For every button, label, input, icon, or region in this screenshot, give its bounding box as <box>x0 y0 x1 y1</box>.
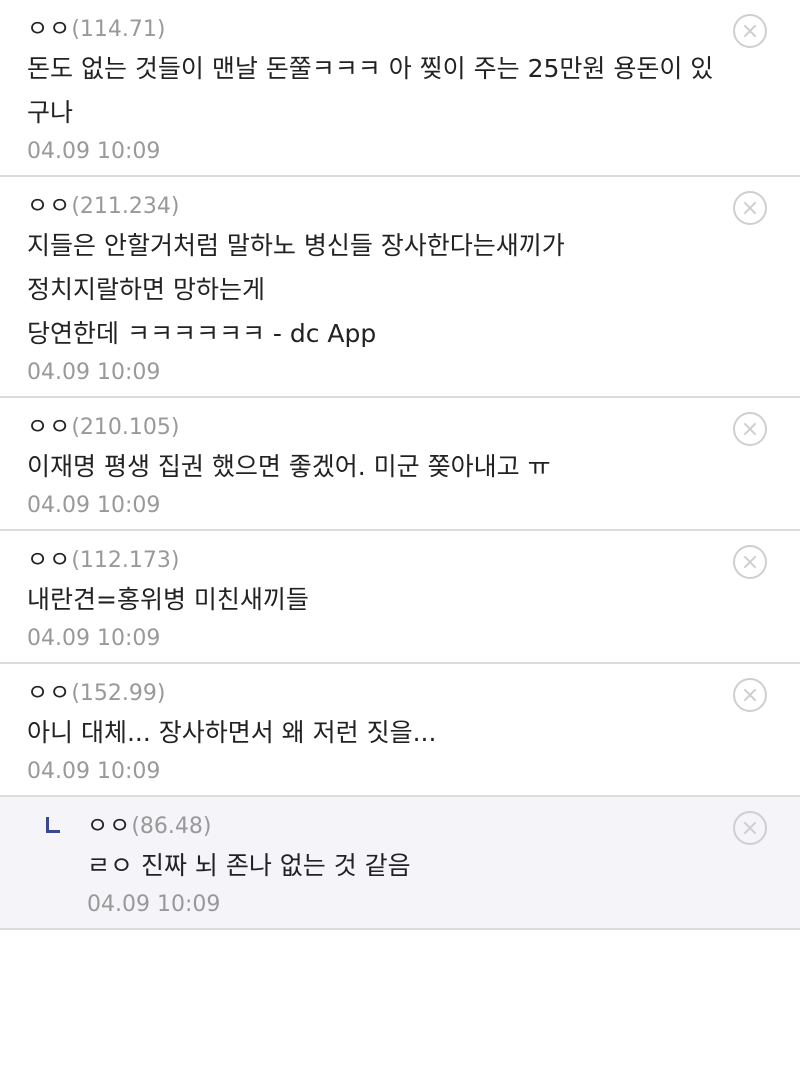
comment-date: 04.09 10:09 <box>27 493 161 518</box>
delete-comment-icon[interactable] <box>733 191 767 225</box>
comment-date: 04.09 10:09 <box>27 139 161 164</box>
comment-text-line: 정치지랄하면 망하는게 <box>27 275 265 304</box>
comment-text-line: 아니 대체... 장사하면서 왜 저런 짓을... <box>27 718 437 747</box>
delete-comment-icon[interactable] <box>733 811 767 845</box>
reply-arrow-icon <box>46 817 60 833</box>
comment-date: 04.09 10:09 <box>87 892 221 917</box>
comment-text-line: ㄹㅇ 진짜 뇌 존나 없는 것 같음 <box>87 851 411 880</box>
comment-author: ㅇㅇ(152.99) <box>27 677 720 709</box>
comment-nickname[interactable]: ㅇㅇ <box>27 680 71 706</box>
comment-date: 04.09 10:09 <box>27 626 161 651</box>
comment-text-line: 당연한데 ㅋㅋㅋㅋㅋㅋ - dc App <box>27 319 377 348</box>
comment-ip: (114.71) <box>71 17 166 42</box>
comment-date: 04.09 10:09 <box>27 360 161 385</box>
comment-nickname[interactable]: ㅇㅇ <box>87 813 131 839</box>
comment-ip: (211.234) <box>71 194 180 219</box>
comment-text: 지들은 안할거처럼 말하노 병신들 장사한다는새끼가 정치지랄하면 망하는게 당… <box>27 222 720 356</box>
comment-item: ㅇㅇ(114.71) 돈도 없는 것들이 맨날 돈쭐ㅋㅋㅋ 아 찢이 주는 25… <box>0 0 800 177</box>
comment-ip: (210.105) <box>71 415 180 440</box>
comment-date: 04.09 10:09 <box>27 759 161 784</box>
comment-text: 돈도 없는 것들이 맨날 돈쭐ㅋㅋㅋ 아 찢이 주는 25만원 용돈이 있 구나 <box>27 45 720 135</box>
comment-author: ㅇㅇ(112.173) <box>27 544 720 576</box>
comment-text-line: 지들은 안할거처럼 말하노 병신들 장사한다는새끼가 <box>27 231 565 260</box>
delete-comment-icon[interactable] <box>733 678 767 712</box>
comment-author: ㅇㅇ(114.71) <box>27 13 720 45</box>
comment-text-line: 돈도 없는 것들이 맨날 돈쭐ㅋㅋㅋ 아 찢이 주는 25만원 용돈이 있 <box>27 54 714 83</box>
comment-item: ㅇㅇ(211.234) 지들은 안할거처럼 말하노 병신들 장사한다는새끼가 정… <box>0 177 800 398</box>
comment-nickname[interactable]: ㅇㅇ <box>27 16 71 42</box>
comment-author: ㅇㅇ(211.234) <box>27 190 720 222</box>
comment-nickname[interactable]: ㅇㅇ <box>27 547 71 573</box>
comment-author: ㅇㅇ(86.48) <box>87 810 720 842</box>
reply-comment-item: ㅇㅇ(86.48) ㄹㅇ 진짜 뇌 존나 없는 것 같음 04.09 10:09 <box>0 797 800 930</box>
comment-ip: (152.99) <box>71 681 166 706</box>
comment-text-line: 이재명 평생 집권 했으면 좋겠어. 미군 쫒아내고 ㅠ <box>27 452 551 481</box>
comment-list: ㅇㅇ(114.71) 돈도 없는 것들이 맨날 돈쭐ㅋㅋㅋ 아 찢이 주는 25… <box>0 0 800 930</box>
comment-text-line: 구나 <box>27 98 74 127</box>
comment-text: 내란견=홍위병 미친새끼들 <box>27 576 720 622</box>
comment-nickname[interactable]: ㅇㅇ <box>27 414 71 440</box>
comment-item: ㅇㅇ(152.99) 아니 대체... 장사하면서 왜 저런 짓을... 04.… <box>0 664 800 797</box>
comment-text: 이재명 평생 집권 했으면 좋겠어. 미군 쫒아내고 ㅠ <box>27 443 720 489</box>
delete-comment-icon[interactable] <box>733 412 767 446</box>
comment-nickname[interactable]: ㅇㅇ <box>27 193 71 219</box>
comment-ip: (112.173) <box>71 548 180 573</box>
comment-text: 아니 대체... 장사하면서 왜 저런 짓을... <box>27 709 720 755</box>
comment-item: ㅇㅇ(112.173) 내란견=홍위병 미친새끼들 04.09 10:09 <box>0 531 800 664</box>
comment-text: ㄹㅇ 진짜 뇌 존나 없는 것 같음 <box>87 842 720 888</box>
comment-text-line: 내란견=홍위병 미친새끼들 <box>27 585 309 614</box>
comment-item: ㅇㅇ(210.105) 이재명 평생 집권 했으면 좋겠어. 미군 쫒아내고 ㅠ… <box>0 398 800 531</box>
comment-author: ㅇㅇ(210.105) <box>27 411 720 443</box>
comment-ip: (86.48) <box>131 814 212 839</box>
delete-comment-icon[interactable] <box>733 545 767 579</box>
delete-comment-icon[interactable] <box>733 14 767 48</box>
